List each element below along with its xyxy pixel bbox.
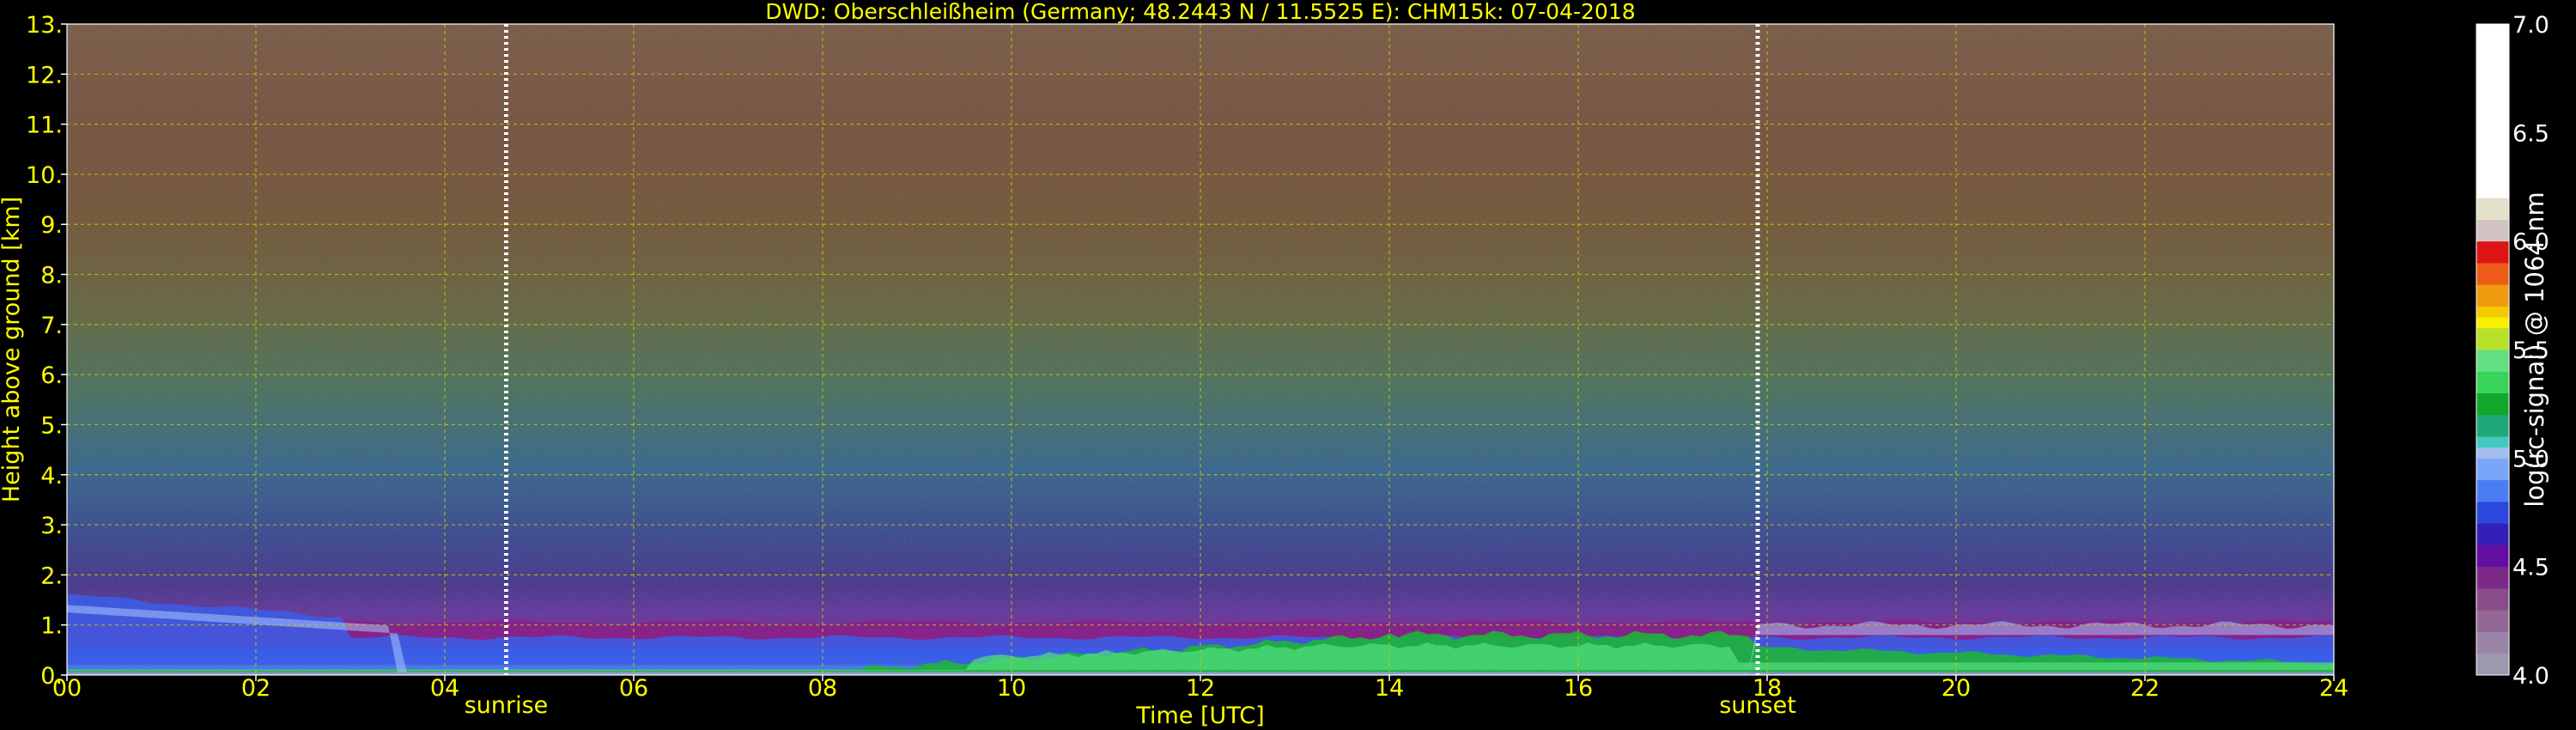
colorbar-segment: [2476, 371, 2509, 394]
colorbar-segment: [2476, 327, 2509, 350]
y-tick-label: 1.: [40, 613, 63, 640]
x-tick-labels: 00 02 04 06 08 10 12 14 16 18 20 22 24: [52, 675, 2348, 702]
colorbar-tick-label: 4.5: [2512, 555, 2549, 581]
colorbar-segment: [2476, 653, 2509, 676]
colorbar-label: log(rc-signal) @ 1064 nm: [2520, 192, 2549, 507]
x-tick-label: 20: [1941, 675, 1971, 702]
x-axis-label: Time [UTC]: [1135, 703, 1264, 729]
colorbar-segment: [2476, 414, 2509, 437]
x-tick-label: 08: [808, 675, 837, 702]
y-tick-label: 3.: [40, 513, 63, 539]
colorbar-segment: [2476, 458, 2509, 481]
y-tick-label: 5.: [40, 412, 63, 439]
colorbar-segment: [2476, 219, 2509, 242]
x-tick-label: 02: [241, 675, 270, 702]
y-tick-label: 2.: [40, 563, 63, 589]
colorbar-segment: [2476, 284, 2509, 307]
y-tick-label: 9.: [40, 212, 63, 239]
ceilometer-chart: sunrise sunset 0.1.2.3.4.5.6.7.8.9.10.11.…: [0, 0, 2549, 729]
colorbar-segment: [2476, 544, 2509, 568]
x-tick-label: 12: [1186, 675, 1215, 702]
x-tick-label: 06: [619, 675, 648, 702]
sunrise-label: sunrise: [465, 692, 549, 719]
colorbar-segment: [2476, 350, 2509, 372]
y-tick-label: 7.: [40, 313, 63, 339]
colorbar-tick-label: 4.0: [2512, 663, 2549, 690]
x-tick-label: 16: [1564, 675, 1593, 702]
colorbar-segment: [2476, 587, 2509, 611]
x-tick-label: 14: [1375, 675, 1404, 702]
x-tick-label: 22: [2130, 675, 2160, 702]
colorbar-segment: [2476, 501, 2509, 524]
x-tick-label: 24: [2319, 675, 2348, 702]
colorbar-segment: [2476, 24, 2509, 198]
colorbar-segment: [2476, 317, 2509, 329]
x-tick-label: 10: [997, 675, 1026, 702]
y-tick-label: 10.: [26, 162, 63, 189]
colorbar: [2476, 23, 2510, 676]
colorbar-tick-label: 6.5: [2512, 120, 2549, 147]
colorbar-segment: [2476, 566, 2509, 589]
colorbar-segment: [2476, 436, 2509, 448]
colorbar-tick-label: 7.0: [2512, 12, 2549, 39]
y-tick-label: 11.: [26, 113, 63, 139]
colorbar-segment: [2476, 392, 2509, 416]
colorbar-segment: [2476, 610, 2509, 632]
y-tick-labels: 0.1.2.3.4.5.6.7.8.9.10.11.12.13.: [26, 12, 67, 690]
colorbar-segment: [2476, 198, 2509, 220]
x-tick-label: 00: [52, 675, 82, 702]
colorbar-segment: [2476, 479, 2509, 502]
x-tick-label: 18: [1753, 675, 1782, 702]
y-tick-label: 4.: [40, 463, 63, 490]
colorbar-segment: [2476, 262, 2509, 285]
colorbar-segment: [2476, 523, 2509, 545]
y-tick-label: 8.: [40, 263, 63, 289]
colorbar-segment: [2476, 306, 2509, 318]
y-axis-label: Height above ground [km]: [0, 197, 25, 502]
y-tick-label: 6.: [40, 362, 63, 389]
y-tick-label: 12.: [26, 62, 63, 88]
colorbar-segment: [2476, 631, 2509, 654]
x-tick-label: 04: [430, 675, 459, 702]
colorbar-segment: [2476, 240, 2509, 264]
chart-title: DWD: Oberschleißheim (Germany; 48.2443 N…: [765, 0, 1635, 24]
colorbar-segment: [2476, 447, 2509, 459]
y-tick-label: 13.: [26, 12, 63, 39]
